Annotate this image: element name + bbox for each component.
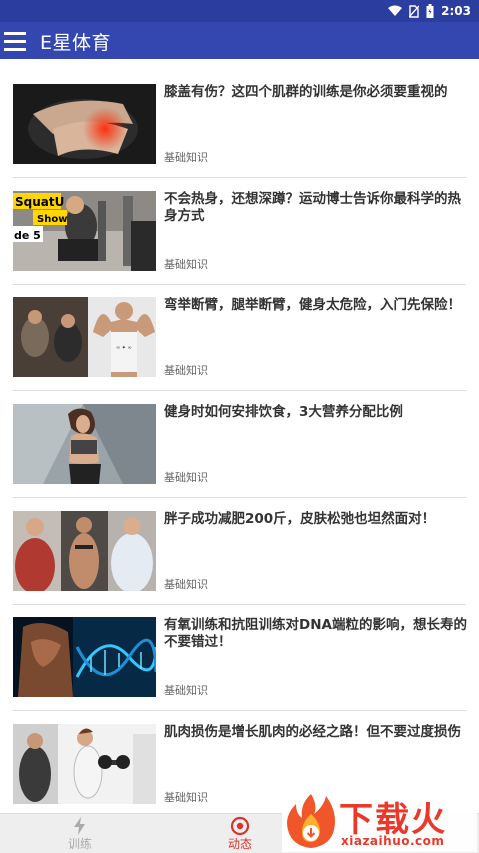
fitness-woman-photo <box>13 404 156 484</box>
app-title: E星体育 <box>40 32 112 54</box>
watermark: 下载火 xiazaihuo.com <box>282 790 477 852</box>
wifi-icon <box>388 5 403 16</box>
article-item[interactable]: 健身时如何安排饮食，3大营养分配比例 基础知识 <box>0 379 479 498</box>
article-title: 肌肉损伤是增长肌肉的必经之路！但不要过度损伤 <box>164 724 461 740</box>
thumbnail-text: de 5 <box>14 229 41 242</box>
lightning-icon <box>74 817 85 835</box>
article-title: 弯举断臂，腿举断臂，健身太危险，入门先保险！ <box>164 297 461 313</box>
status-bar: 2:03 <box>0 0 479 22</box>
article-category: 基础知识 <box>164 151 208 164</box>
knee-injury-photo <box>13 84 156 164</box>
article-title: 健身时如何安排饮食，3大营养分配比例 <box>164 404 403 420</box>
svg-text:∞ ✦ ∞: ∞ ✦ ∞ <box>116 345 132 351</box>
article-category: 基础知识 <box>164 258 208 271</box>
article-category: 基础知识 <box>164 578 208 591</box>
article-title: 不会热身，还想深蹲？运动博士告诉你最科学的热身方式 <box>164 191 461 224</box>
tab-train-label: 训练 <box>67 837 92 851</box>
tab-train[interactable]: 训练 <box>0 814 160 853</box>
hamburger-menu-icon[interactable] <box>4 26 30 56</box>
article-title: 胖子成功减肥200斤，皮肤松弛也坦然面对！ <box>164 511 436 527</box>
no-sim-icon <box>409 4 420 18</box>
article-category: 基础知识 <box>164 471 208 484</box>
status-icons: 2:03 <box>388 3 471 19</box>
thumbnail-text: SquatU <box>15 195 64 209</box>
bodybuilders-gym-photo: ∞ ✦ ∞ <box>13 297 156 377</box>
article-item[interactable]: 膝盖有伤？这四个肌群的训练是你必须要重视的 基础知识 <box>0 59 479 178</box>
flame-download-icon <box>287 794 335 848</box>
battery-icon <box>426 4 434 18</box>
watermark-url: xiazaihuo.com <box>341 834 445 848</box>
target-icon <box>230 816 250 836</box>
dumbbell-training-photo <box>13 724 156 804</box>
article-item[interactable]: SquatU Show de 5 不会热身，还想深蹲？运动博士告诉你最科学的热身… <box>0 166 479 285</box>
article-item[interactable]: 胖子成功减肥200斤，皮肤松弛也坦然面对！ 基础知识 <box>0 486 479 605</box>
article-list[interactable]: 膝盖有伤？这四个肌群的训练是你必须要重视的 基础知识 SquatU Show d… <box>0 59 479 813</box>
article-item[interactable]: 有氧训练和抗阻训练对DNA端粒的影响，想长寿的不要错过！ 基础知识 <box>0 592 479 711</box>
article-category: 基础知识 <box>164 684 208 697</box>
squat-show-photo: SquatU Show de 5 <box>13 191 156 271</box>
thumbnail-text: Show <box>37 214 67 225</box>
dna-muscle-photo <box>13 617 156 697</box>
weight-loss-photo <box>13 511 156 591</box>
article-category: 基础知识 <box>164 364 208 377</box>
app-bar: E星体育 <box>0 22 479 59</box>
article-title: 膝盖有伤？这四个肌群的训练是你必须要重视的 <box>164 84 448 100</box>
status-time: 2:03 <box>441 4 471 18</box>
article-title: 有氧训练和抗阻训练对DNA端粒的影响，想长寿的不要错过！ <box>164 617 467 650</box>
article-item[interactable]: ∞ ✦ ∞ 弯举断臂，腿举断臂，健身太危险，入门先保险！ 基础知识 <box>0 272 479 391</box>
article-category: 基础知识 <box>164 791 208 804</box>
